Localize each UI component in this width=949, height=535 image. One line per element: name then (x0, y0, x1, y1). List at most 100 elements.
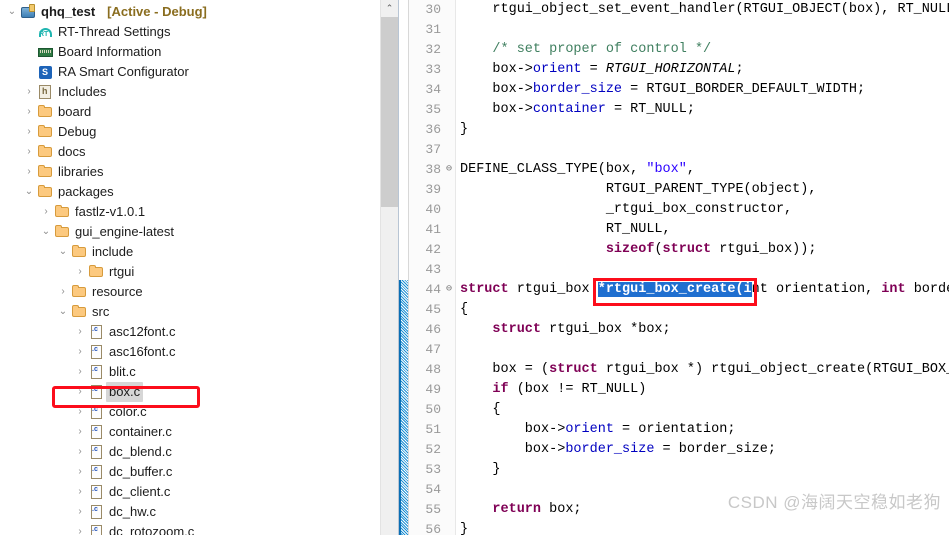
editor-fold-column[interactable]: ⊖⊖⊖ (443, 0, 456, 535)
chevron-right-icon[interactable]: › (72, 262, 88, 282)
board-information-icon (37, 44, 55, 60)
code-line[interactable] (456, 340, 949, 360)
tree-item-includes[interactable]: › Includes (0, 82, 398, 102)
code-line[interactable]: DEFINE_CLASS_TYPE(box, "box", (456, 160, 949, 180)
tree-item-box-c[interactable]: › box.c (0, 382, 398, 402)
tree-item-src[interactable]: ⌄ src (0, 302, 398, 322)
chevron-right-icon[interactable]: › (72, 402, 88, 422)
tree-item-resource[interactable]: › resource (0, 282, 398, 302)
tree-item-libraries[interactable]: › libraries (0, 162, 398, 182)
fold-toggle-icon[interactable]: ⊖ (443, 160, 455, 180)
tree-item-dc-buffer-c[interactable]: › dc_buffer.c (0, 462, 398, 482)
tree-item-label: resource (92, 284, 143, 299)
code-line[interactable]: box->orient = RTGUI_HORIZONTAL; (456, 60, 949, 80)
folder-icon (37, 184, 55, 200)
line-number: 31 (425, 22, 441, 37)
code-line[interactable] (456, 20, 949, 40)
tree-item-dc-client-c[interactable]: › dc_client.c (0, 482, 398, 502)
tree-item-label: RT-Thread Settings (58, 24, 171, 39)
line-number: 34 (425, 82, 441, 97)
code-line[interactable]: RT_NULL, (456, 220, 949, 240)
line-number: 48 (425, 362, 441, 377)
fold-toggle-icon[interactable]: ⊖ (443, 280, 455, 300)
tree-item-label: libraries (58, 164, 104, 179)
tree-item-container-c[interactable]: › container.c (0, 422, 398, 442)
tree-item-label: fastlz-v1.0.1 (75, 204, 146, 219)
tree-item-board-information[interactable]: Board Information (0, 42, 398, 62)
code-line[interactable]: } (456, 460, 949, 480)
tree-item-dc-hw-c[interactable]: › dc_hw.c (0, 502, 398, 522)
code-line[interactable]: _rtgui_box_constructor, (456, 200, 949, 220)
includes-icon (37, 84, 55, 100)
code-line[interactable]: rtgui_object_set_event_handler(RTGUI_OBJ… (456, 0, 949, 20)
chevron-right-icon[interactable]: › (21, 102, 37, 122)
chevron-down-icon[interactable]: ⌄ (38, 222, 54, 242)
code-line[interactable]: { (456, 300, 949, 320)
code-line[interactable]: box->border_size = border_size; (456, 440, 949, 460)
chevron-right-icon[interactable]: › (72, 522, 88, 535)
chevron-right-icon[interactable]: › (38, 202, 54, 222)
chevron-right-icon[interactable]: › (72, 462, 88, 482)
tree-item-label: dc_buffer.c (109, 464, 173, 479)
chevron-right-icon[interactable]: › (21, 142, 37, 162)
scroll-up-icon[interactable]: ⌃ (381, 0, 398, 17)
tree-item-fastlz-v1-0-1[interactable]: › fastlz-v1.0.1 (0, 202, 398, 222)
tree-item-include[interactable]: ⌄ include (0, 242, 398, 262)
explorer-scrollbar[interactable]: ⌃ (380, 0, 398, 535)
code-line[interactable]: box->orient = orientation; (456, 420, 949, 440)
chevron-right-icon[interactable]: › (72, 502, 88, 522)
tree-item-rt-thread-settings[interactable]: RT-Thread Settings (0, 22, 398, 42)
chevron-right-icon[interactable]: › (72, 442, 88, 462)
code-line[interactable]: struct rtgui_box *box; (456, 320, 949, 340)
line-number: 53 (425, 462, 441, 477)
code-line[interactable]: box->border_size = RTGUI_BORDER_DEFAULT_… (456, 80, 949, 100)
editor-code-area[interactable]: rtgui_object_set_event_handler(RTGUI_OBJ… (456, 0, 949, 535)
tree-item-ra-smart-configurator[interactable]: RA Smart Configurator (0, 62, 398, 82)
tree-item-rtgui[interactable]: › rtgui (0, 262, 398, 282)
code-line[interactable]: struct rtgui_box *rtgui_box_create(int o… (456, 280, 949, 300)
code-line[interactable]: { (456, 400, 949, 420)
chevron-right-icon[interactable]: › (55, 282, 71, 302)
tree-item-qhq-test[interactable]: ⌄ qhq_test [Active - Debug] (0, 2, 398, 22)
code-line[interactable]: } (456, 120, 949, 140)
chevron-down-icon[interactable]: ⌄ (21, 182, 37, 202)
code-line[interactable]: RTGUI_PARENT_TYPE(object), (456, 180, 949, 200)
chevron-right-icon[interactable]: › (72, 422, 88, 442)
chevron-right-icon[interactable]: › (21, 162, 37, 182)
code-line[interactable]: box->container = RT_NULL; (456, 100, 949, 120)
explorer-scrollbar-thumb[interactable] (381, 17, 398, 207)
chevron-right-icon[interactable]: › (72, 342, 88, 362)
tree-item-label: gui_engine-latest (75, 224, 175, 239)
chevron-right-icon[interactable]: › (72, 482, 88, 502)
tree-item-blit-c[interactable]: › blit.c (0, 362, 398, 382)
chevron-right-icon[interactable]: › (72, 322, 88, 342)
project-tree[interactable]: ⌄ qhq_test [Active - Debug] RT-Thread Setti… (0, 0, 398, 535)
tree-item-debug[interactable]: › Debug (0, 122, 398, 142)
code-line[interactable] (456, 140, 949, 160)
tree-item-gui-engine-latest[interactable]: ⌄ gui_engine-latest (0, 222, 398, 242)
code-line[interactable] (456, 260, 949, 280)
tree-item-asc12font-c[interactable]: › asc12font.c (0, 322, 398, 342)
tree-item-asc16font-c[interactable]: › asc16font.c (0, 342, 398, 362)
tree-item-packages[interactable]: ⌄ packages (0, 182, 398, 202)
chevron-right-icon[interactable]: › (72, 382, 88, 402)
code-line[interactable]: sizeof(struct rtgui_box)); (456, 240, 949, 260)
tree-item-dc-blend-c[interactable]: › dc_blend.c (0, 442, 398, 462)
code-line[interactable]: box = (struct rtgui_box *) rtgui_object_… (456, 360, 949, 380)
chevron-down-icon[interactable]: ⌄ (55, 302, 71, 322)
code-line[interactable]: /* set proper of control */ (456, 40, 949, 60)
tree-item-dc-rotozoom-c[interactable]: › dc_rotozoom.c (0, 522, 398, 535)
chevron-right-icon[interactable]: › (72, 362, 88, 382)
chevron-right-icon[interactable]: › (21, 122, 37, 142)
tree-item-color-c[interactable]: › color.c (0, 402, 398, 422)
chevron-down-icon[interactable]: ⌄ (55, 242, 71, 262)
chevron-down-icon[interactable]: ⌄ (4, 2, 20, 22)
tree-item-board[interactable]: › board (0, 102, 398, 122)
code-line[interactable]: } (456, 520, 949, 535)
code-line[interactable]: if (box != RT_NULL) (456, 380, 949, 400)
chevron-right-icon[interactable]: › (21, 82, 37, 102)
tree-item-docs[interactable]: › docs (0, 142, 398, 162)
